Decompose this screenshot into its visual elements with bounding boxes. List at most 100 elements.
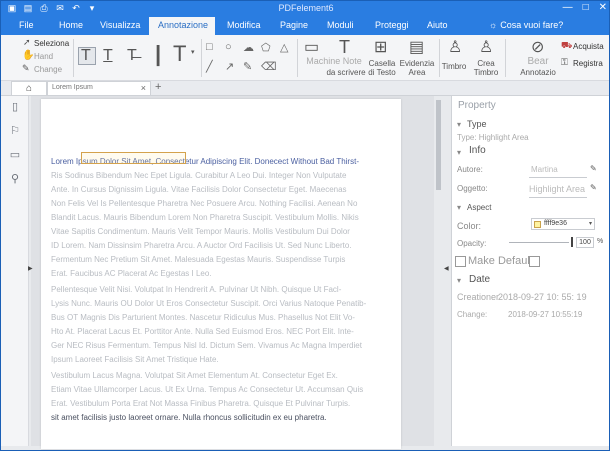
text-underline-icon[interactable]: T̲ bbox=[103, 48, 113, 64]
page-text-line: ID Lorem. Nam Dissinsim Pharetra Arcu. A… bbox=[51, 241, 352, 250]
color-dropdown[interactable]: ffff9e36 ▾ bbox=[531, 218, 595, 230]
menu-file[interactable]: File bbox=[19, 20, 34, 30]
pdfelement-window: ▣ ▤ ⎙ ✉ ↶ ▾ PDFelement6 — □ ✕ File Home … bbox=[0, 0, 610, 451]
annotations-button[interactable]: Bear bbox=[517, 57, 559, 67]
changed-label: Change: bbox=[457, 310, 488, 319]
page-text-line: Vestibulum Lacus Magna. Volutpat Sit Ame… bbox=[51, 371, 338, 380]
hide-annotations-icon: ⊘ bbox=[531, 39, 545, 56]
cursor-icon: ➚ bbox=[23, 37, 31, 47]
make-default-label: Make Default bbox=[468, 255, 533, 267]
register-link[interactable]: Registra bbox=[573, 59, 603, 68]
cloud-icon[interactable]: ☁ bbox=[243, 41, 254, 54]
type-section-caret[interactable]: ▾ bbox=[457, 120, 461, 129]
type-section-header[interactable]: Type bbox=[467, 119, 487, 129]
close-tab-icon[interactable]: × bbox=[141, 83, 146, 93]
hand-icon: ✋ bbox=[22, 50, 35, 61]
collapse-left-icon[interactable]: ▶ bbox=[28, 265, 33, 272]
make-default-checkbox[interactable] bbox=[455, 256, 466, 267]
collapse-right-icon[interactable]: ◀ bbox=[444, 265, 449, 272]
changed-value: 2018-09-27 10:55:19 bbox=[508, 310, 583, 319]
arrow-icon[interactable]: ↗ bbox=[225, 60, 234, 73]
subject-field[interactable]: Highlight Area bbox=[529, 184, 585, 194]
search-icon[interactable]: ⚲ bbox=[8, 172, 22, 186]
info-section-header[interactable]: Info bbox=[469, 145, 486, 156]
tell-me-search[interactable]: ☼ Cosa vuoi fare? bbox=[489, 20, 563, 30]
opacity-label: Opacity: bbox=[457, 239, 487, 248]
author-field[interactable]: Martina bbox=[531, 165, 558, 174]
page-text-line: Ante. In Cursus Dignissim Ligula. Vitae … bbox=[51, 185, 347, 194]
vertical-scrollbar[interactable] bbox=[434, 96, 443, 446]
home-tab[interactable]: ⌂ bbox=[11, 81, 47, 96]
minimize-button[interactable]: — bbox=[563, 2, 573, 13]
circle-icon[interactable]: ○ bbox=[225, 41, 232, 53]
page-text-line: sit amet facilisis justo laoreet ornare.… bbox=[51, 413, 327, 422]
menu-aiuto[interactable]: Aiuto bbox=[427, 20, 448, 30]
ribbon-separator bbox=[201, 39, 202, 77]
stamp-button[interactable]: Timbro bbox=[439, 62, 469, 71]
date-section-header[interactable]: Date bbox=[469, 274, 490, 285]
info-section-caret[interactable]: ▾ bbox=[457, 148, 461, 157]
pentagon-icon[interactable]: ⬠ bbox=[261, 41, 271, 54]
menu-proteggi[interactable]: Proteggi bbox=[375, 20, 409, 30]
rectangle-icon[interactable]: □ bbox=[206, 41, 213, 53]
document-viewport[interactable]: Lorem Ipsum Dolor Sit Amet, Consectetur … bbox=[31, 96, 443, 449]
home-icon: ⌂ bbox=[25, 83, 33, 94]
highlight-area-annotation[interactable] bbox=[81, 152, 186, 164]
color-label: Color: bbox=[457, 221, 482, 231]
opacity-slider-thumb[interactable] bbox=[571, 237, 573, 247]
page-text-line: Ger NEC Risus Fermentum. Tempus Nisl Id.… bbox=[51, 341, 362, 350]
pencil-icon[interactable]: ✎ bbox=[243, 60, 252, 73]
menu-pagine[interactable]: Pagine bbox=[280, 20, 308, 30]
pages-thumbnail-icon[interactable]: ▯ bbox=[8, 100, 22, 114]
bar-icon[interactable]: | bbox=[155, 43, 161, 65]
author-label: Autore: bbox=[457, 165, 483, 174]
page-text-line: Non Felis Vel Is Pellentesque Pharetra N… bbox=[51, 199, 358, 208]
aspect-section-caret[interactable]: ▾ bbox=[457, 203, 461, 212]
edit-author-icon[interactable]: ✎ bbox=[590, 164, 597, 173]
created-label: Creationer bbox=[457, 292, 500, 302]
machine-note-sub: da scrivere bbox=[326, 68, 366, 77]
hand-tool[interactable]: Hand bbox=[34, 52, 53, 61]
highlight-area-button[interactable]: Evidenzia bbox=[399, 59, 435, 68]
menu-visualizza[interactable]: Visualizza bbox=[100, 20, 140, 30]
date-section-caret[interactable]: ▾ bbox=[457, 276, 461, 285]
select-tool[interactable]: Seleziona bbox=[34, 39, 69, 48]
document-tab-strip: ⌂ Lorem Ipsum × + bbox=[1, 81, 609, 96]
line-icon[interactable]: ╱ bbox=[206, 60, 213, 73]
menu-annotazione[interactable]: Annotazione bbox=[158, 20, 208, 30]
bookmark-icon[interactable]: ⚐ bbox=[8, 124, 22, 138]
edit-subject-icon[interactable]: ✎ bbox=[590, 183, 597, 192]
pdf-page[interactable]: Lorem Ipsum Dolor Sit Amet, Consectetur … bbox=[41, 99, 401, 449]
maximize-button[interactable]: □ bbox=[583, 2, 589, 13]
purchase-link[interactable]: Acquista bbox=[573, 42, 604, 51]
aspect-section-header[interactable]: Aspect bbox=[467, 203, 491, 212]
ribbon-separator bbox=[73, 39, 74, 77]
annotations-sub: Annotazio bbox=[520, 68, 556, 77]
page-text-line: Erat. Faucibus AC Placerat Ac Egestas I … bbox=[51, 269, 212, 278]
text-large-icon[interactable]: T bbox=[173, 43, 186, 65]
menu-modifica[interactable]: Modifica bbox=[227, 20, 261, 30]
document-tab[interactable]: Lorem Ipsum × bbox=[47, 81, 151, 96]
add-tab-icon[interactable]: + bbox=[155, 81, 161, 93]
change-tool[interactable]: Change bbox=[34, 65, 62, 74]
close-button[interactable]: ✕ bbox=[599, 2, 607, 13]
menu-home[interactable]: Home bbox=[59, 20, 83, 30]
type-value: Type: Highlight Area bbox=[457, 133, 529, 142]
page-text-line: Lysis Nunc. Mauris OU Dolor Ut Eros Cons… bbox=[51, 299, 367, 308]
ribbon-separator bbox=[439, 39, 440, 77]
text-strike-icon[interactable]: T̶ bbox=[127, 48, 137, 64]
triangle-icon[interactable]: △ bbox=[280, 41, 288, 54]
scrollbar-thumb[interactable] bbox=[436, 100, 441, 190]
ribbon-separator bbox=[505, 39, 506, 77]
eraser-icon[interactable]: ⌫ bbox=[261, 60, 277, 73]
opacity-input[interactable]: 100 bbox=[576, 237, 594, 248]
note-icon: ▭ bbox=[304, 39, 320, 56]
machine-note-button[interactable]: Machine Note bbox=[303, 57, 365, 66]
opacity-slider[interactable] bbox=[509, 242, 569, 243]
menu-moduli[interactable]: Moduli bbox=[327, 20, 354, 30]
make-default-box[interactable] bbox=[529, 256, 540, 267]
create-stamp-button[interactable]: Crea bbox=[471, 59, 501, 68]
text-dropdown-icon[interactable]: ▾ bbox=[191, 49, 195, 56]
text-box-button[interactable]: Casella bbox=[365, 59, 399, 68]
comment-icon[interactable]: ▭ bbox=[8, 148, 22, 162]
